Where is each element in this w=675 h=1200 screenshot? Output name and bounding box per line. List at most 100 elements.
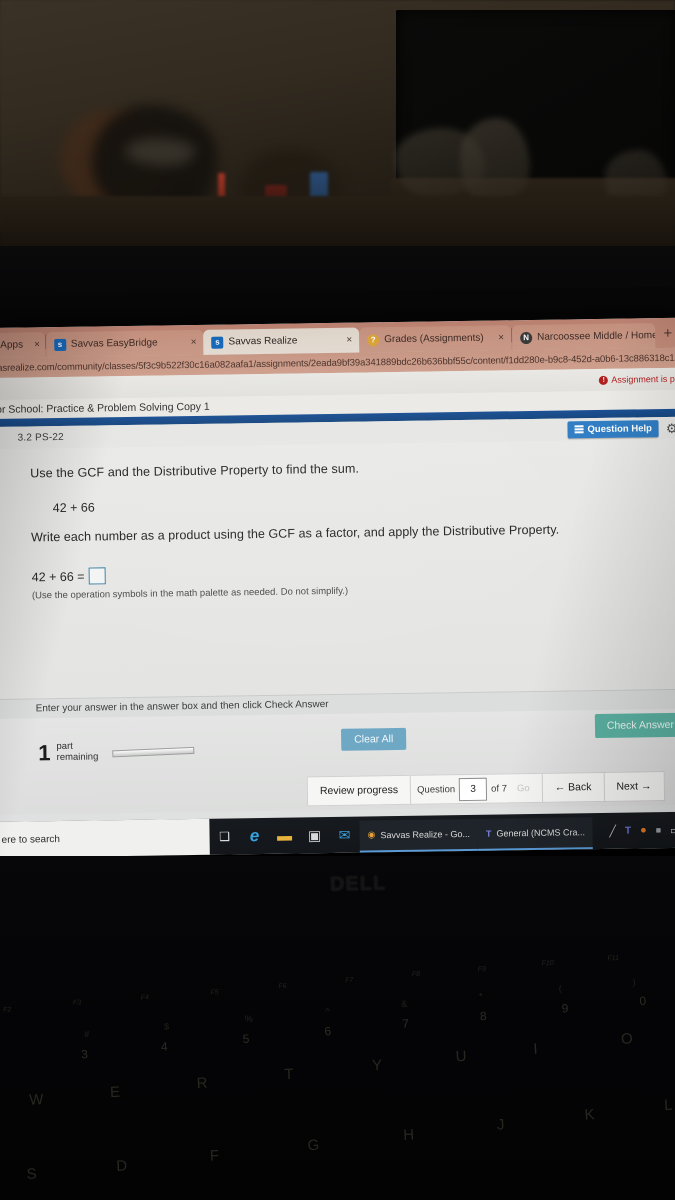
store-glyph: ▣ xyxy=(307,826,322,843)
parts-label-line1: part xyxy=(56,740,73,753)
key-f[interactable]: F xyxy=(210,1147,220,1164)
battery-icon[interactable]: ▭ xyxy=(670,823,675,836)
tab-label: Savvas EasyBridge xyxy=(70,337,158,350)
key-y[interactable]: Y xyxy=(372,1057,383,1074)
edge-icon[interactable]: e xyxy=(239,818,270,854)
key-t[interactable]: T xyxy=(284,1066,294,1083)
key-k[interactable]: K xyxy=(584,1106,595,1123)
go-button[interactable]: Go xyxy=(511,782,536,794)
teams-tray-icon[interactable]: T xyxy=(625,825,631,836)
key-e[interactable]: E xyxy=(110,1084,121,1101)
task-label: General (NCMS Cra... xyxy=(496,826,586,839)
key-7[interactable]: 7 xyxy=(402,1016,409,1030)
question-word-label: Question xyxy=(417,783,456,796)
key-9[interactable]: 9 xyxy=(561,1001,568,1015)
tab-label: Narcoossee Middle / Homepa xyxy=(536,329,656,343)
key-0[interactable]: 0 xyxy=(639,994,646,1008)
key-caret[interactable]: ^ xyxy=(325,1006,330,1016)
task-view-icon[interactable]: ❑ xyxy=(209,818,240,854)
tab-grades-assignments[interactable]: ? Grades (Assignments) × xyxy=(359,325,512,353)
key-i[interactable]: I xyxy=(533,1041,538,1058)
key-u[interactable]: U xyxy=(455,1048,467,1065)
system-tray: ╱ T ● ■ ▭ xyxy=(609,823,675,837)
tab-label: Grades (Assignments) xyxy=(384,332,484,346)
key-dollar[interactable]: $ xyxy=(164,1021,169,1031)
tab-label: Savvas Realize xyxy=(228,335,298,348)
tab-narcoossee-middle[interactable]: N Narcoossee Middle / Homepa × xyxy=(511,323,656,351)
tab-savvas-realize[interactable]: s Savvas Realize × xyxy=(203,327,360,355)
key-percent[interactable]: % xyxy=(245,1014,253,1024)
tab-savvas-easybridge[interactable]: s Savvas EasyBridge × xyxy=(45,329,204,358)
tab-apps[interactable]: Apps × xyxy=(0,332,46,358)
key-rparen[interactable]: ) xyxy=(632,977,635,987)
key-6[interactable]: 6 xyxy=(324,1024,331,1038)
key-f10[interactable]: F10 xyxy=(541,960,553,968)
taskbar-task-teams[interactable]: T General (NCMS Cra... xyxy=(477,816,594,851)
key-8[interactable]: 8 xyxy=(480,1009,487,1023)
question-help-label: Question Help xyxy=(587,422,652,435)
taskbar-task-chrome[interactable]: ◉ Savvas Realize - Go... xyxy=(359,818,479,853)
new-tab-button[interactable]: + xyxy=(655,324,675,341)
pen-icon[interactable]: ╱ xyxy=(609,824,616,837)
question-help-button[interactable]: Question Help xyxy=(567,419,660,438)
close-icon[interactable]: × xyxy=(498,332,504,343)
parts-remaining: 1 part remaining xyxy=(38,740,195,766)
laptop-screen: Apps × s Savvas EasyBridge × s Savvas Re… xyxy=(0,317,675,858)
close-icon[interactable]: × xyxy=(346,335,352,346)
next-button[interactable]: Next → xyxy=(604,772,663,801)
microsoft-store-icon[interactable]: ▣ xyxy=(299,817,330,853)
white-laundry-b xyxy=(460,118,530,206)
question-navigation: Review progress Question of 7 Go ← Back … xyxy=(306,771,665,807)
search-input[interactable]: ere to search xyxy=(0,818,210,858)
app-tray-icon[interactable]: ■ xyxy=(656,825,662,835)
question-number-input[interactable] xyxy=(458,777,488,801)
back-button[interactable]: ← Back xyxy=(542,772,605,802)
file-explorer-icon[interactable]: ▬ xyxy=(269,817,300,853)
key-f8[interactable]: F8 xyxy=(412,971,420,978)
mail-icon[interactable]: ✉ xyxy=(329,817,360,853)
savvas-favicon-icon: s xyxy=(53,338,66,351)
key-s[interactable]: S xyxy=(26,1166,37,1183)
parts-count: 1 xyxy=(38,740,51,766)
teams-icon: T xyxy=(485,828,492,839)
close-icon[interactable]: × xyxy=(34,339,40,350)
key-f3[interactable]: F3 xyxy=(73,999,81,1006)
gear-icon[interactable]: ⚙ xyxy=(666,420,675,435)
dell-logo: DELL xyxy=(329,872,387,896)
key-h[interactable]: H xyxy=(403,1126,415,1143)
school-favicon-icon: N xyxy=(519,331,533,344)
check-answer-button[interactable]: Check Answer xyxy=(594,712,675,739)
close-icon[interactable]: × xyxy=(191,337,197,348)
clear-all-button[interactable]: Clear All xyxy=(340,727,407,751)
laptop-keyboard[interactable]: F2 F3 F4 F5 F6 F7 F8 F9 F10 F11 # $ % ^ … xyxy=(0,954,675,1199)
key-g[interactable]: G xyxy=(307,1137,319,1155)
key-3[interactable]: 3 xyxy=(81,1047,88,1061)
key-w[interactable]: W xyxy=(29,1091,44,1109)
key-hash[interactable]: # xyxy=(84,1029,89,1039)
key-f11[interactable]: F11 xyxy=(607,955,619,963)
key-d[interactable]: D xyxy=(116,1157,128,1174)
key-4[interactable]: 4 xyxy=(161,1039,168,1053)
key-ampersand[interactable]: & xyxy=(401,999,407,1009)
key-f9[interactable]: F9 xyxy=(478,966,486,973)
key-5[interactable]: 5 xyxy=(242,1032,249,1046)
key-r[interactable]: R xyxy=(196,1075,208,1092)
question-number-group: Question of 7 Go xyxy=(410,773,543,804)
key-asterisk[interactable]: * xyxy=(479,991,483,1001)
key-f4[interactable]: F4 xyxy=(141,994,149,1001)
key-f2[interactable]: F2 xyxy=(3,1007,11,1014)
progress-bar xyxy=(112,746,195,757)
key-o[interactable]: O xyxy=(621,1030,633,1048)
review-progress-button[interactable]: Review progress xyxy=(307,775,412,806)
key-f5[interactable]: F5 xyxy=(210,989,218,996)
answer-input-box[interactable] xyxy=(88,567,106,585)
key-l[interactable]: L xyxy=(664,1097,673,1114)
key-j[interactable]: J xyxy=(496,1116,504,1133)
key-f7[interactable]: F7 xyxy=(345,977,353,984)
key-lparen[interactable]: ( xyxy=(559,984,562,994)
question-id: 3.2 PS-22 xyxy=(17,431,64,444)
orange-dot-icon[interactable]: ● xyxy=(640,824,647,836)
key-f6[interactable]: F6 xyxy=(278,983,286,990)
breadcrumb-text: for School: Practice & Problem Solving C… xyxy=(0,400,210,416)
search-text: ere to search xyxy=(1,833,61,846)
